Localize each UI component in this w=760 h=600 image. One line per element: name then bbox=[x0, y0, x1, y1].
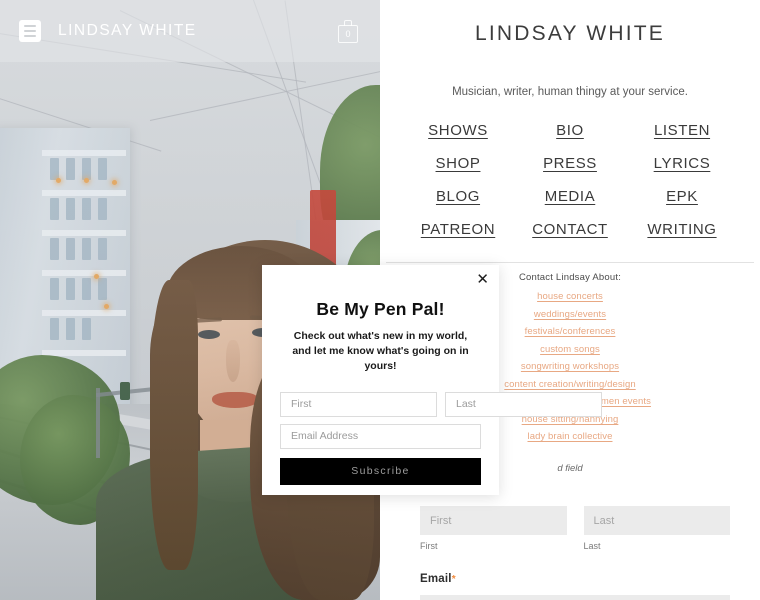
page-root: LINDSAY WHITE 0 LINDSAY WHITE Musician, … bbox=[0, 0, 760, 600]
portrait-nose bbox=[226, 340, 240, 382]
first-name-input[interactable] bbox=[420, 506, 567, 535]
nav-link-epk[interactable]: EPK bbox=[626, 188, 738, 205]
nav-link-blog[interactable]: BLOG bbox=[402, 188, 514, 205]
nav-link-media[interactable]: MEDIA bbox=[514, 188, 626, 205]
hamburger-menu-icon[interactable] bbox=[19, 20, 41, 42]
modal-first-name-input[interactable] bbox=[280, 391, 437, 417]
modal-signup-form: Subscribe bbox=[280, 391, 602, 485]
contact-form: Name First Last Email* bbox=[420, 484, 730, 600]
last-name-input[interactable] bbox=[583, 506, 730, 535]
shopping-bag-icon[interactable]: 0 bbox=[338, 20, 358, 43]
tagline: Musician, writer, human thingy at your s… bbox=[452, 86, 688, 98]
email-field-label: Email* bbox=[420, 573, 730, 585]
cart-count: 0 bbox=[345, 28, 351, 39]
nav-link-bio[interactable]: BIO bbox=[514, 122, 626, 139]
nav-link-lyrics[interactable]: LYRICS bbox=[626, 155, 738, 172]
newsletter-modal: ✕ Be My Pen Pal! Check out what's new in… bbox=[262, 265, 602, 495]
modal-subtitle: Check out what's new in my world, and le… bbox=[292, 330, 469, 373]
email-label-text: Email bbox=[420, 573, 452, 585]
section-divider bbox=[386, 262, 754, 263]
modal-email-input[interactable] bbox=[280, 423, 481, 449]
nav-link-shop[interactable]: SHOP bbox=[402, 155, 514, 172]
site-title: LINDSAY WHITE bbox=[58, 22, 197, 39]
first-name-sublabel: First bbox=[420, 541, 438, 551]
nav-link-patreon[interactable]: PATREON bbox=[402, 221, 514, 238]
required-asterisk: * bbox=[451, 574, 456, 585]
page-title: LINDSAY WHITE bbox=[474, 22, 666, 45]
portrait-hair bbox=[150, 280, 198, 570]
name-inputs-row: First Last bbox=[420, 506, 730, 551]
email-field-group: Email* bbox=[420, 573, 730, 600]
nav-link-contact[interactable]: CONTACT bbox=[514, 221, 626, 238]
first-name-group: First bbox=[420, 506, 567, 551]
portrait-lips bbox=[212, 392, 258, 408]
portrait-eye bbox=[198, 330, 220, 339]
traffic-signal bbox=[120, 382, 130, 400]
nav-link-listen[interactable]: LISTEN bbox=[626, 122, 738, 139]
email-input[interactable] bbox=[420, 595, 730, 600]
modal-last-name-input[interactable] bbox=[445, 391, 602, 417]
last-name-sublabel: Last bbox=[583, 541, 601, 551]
modal-name-row bbox=[280, 391, 602, 417]
modal-title: Be My Pen Pal! bbox=[316, 299, 445, 319]
nav-link-shows[interactable]: SHOWS bbox=[402, 122, 514, 139]
close-x-icon[interactable]: ✕ bbox=[476, 272, 489, 287]
traffic-pole bbox=[96, 388, 100, 458]
nav-link-writing[interactable]: WRITING bbox=[626, 221, 738, 238]
cart-body: 0 bbox=[338, 25, 358, 43]
site-header: LINDSAY WHITE 0 bbox=[0, 0, 380, 62]
nav-link-press[interactable]: PRESS bbox=[514, 155, 626, 172]
subscribe-button[interactable]: Subscribe bbox=[280, 457, 481, 485]
nav-links-grid: SHOWS BIO LISTEN SHOP PRESS LYRICS BLOG … bbox=[380, 122, 760, 238]
last-name-group: Last bbox=[583, 506, 730, 551]
